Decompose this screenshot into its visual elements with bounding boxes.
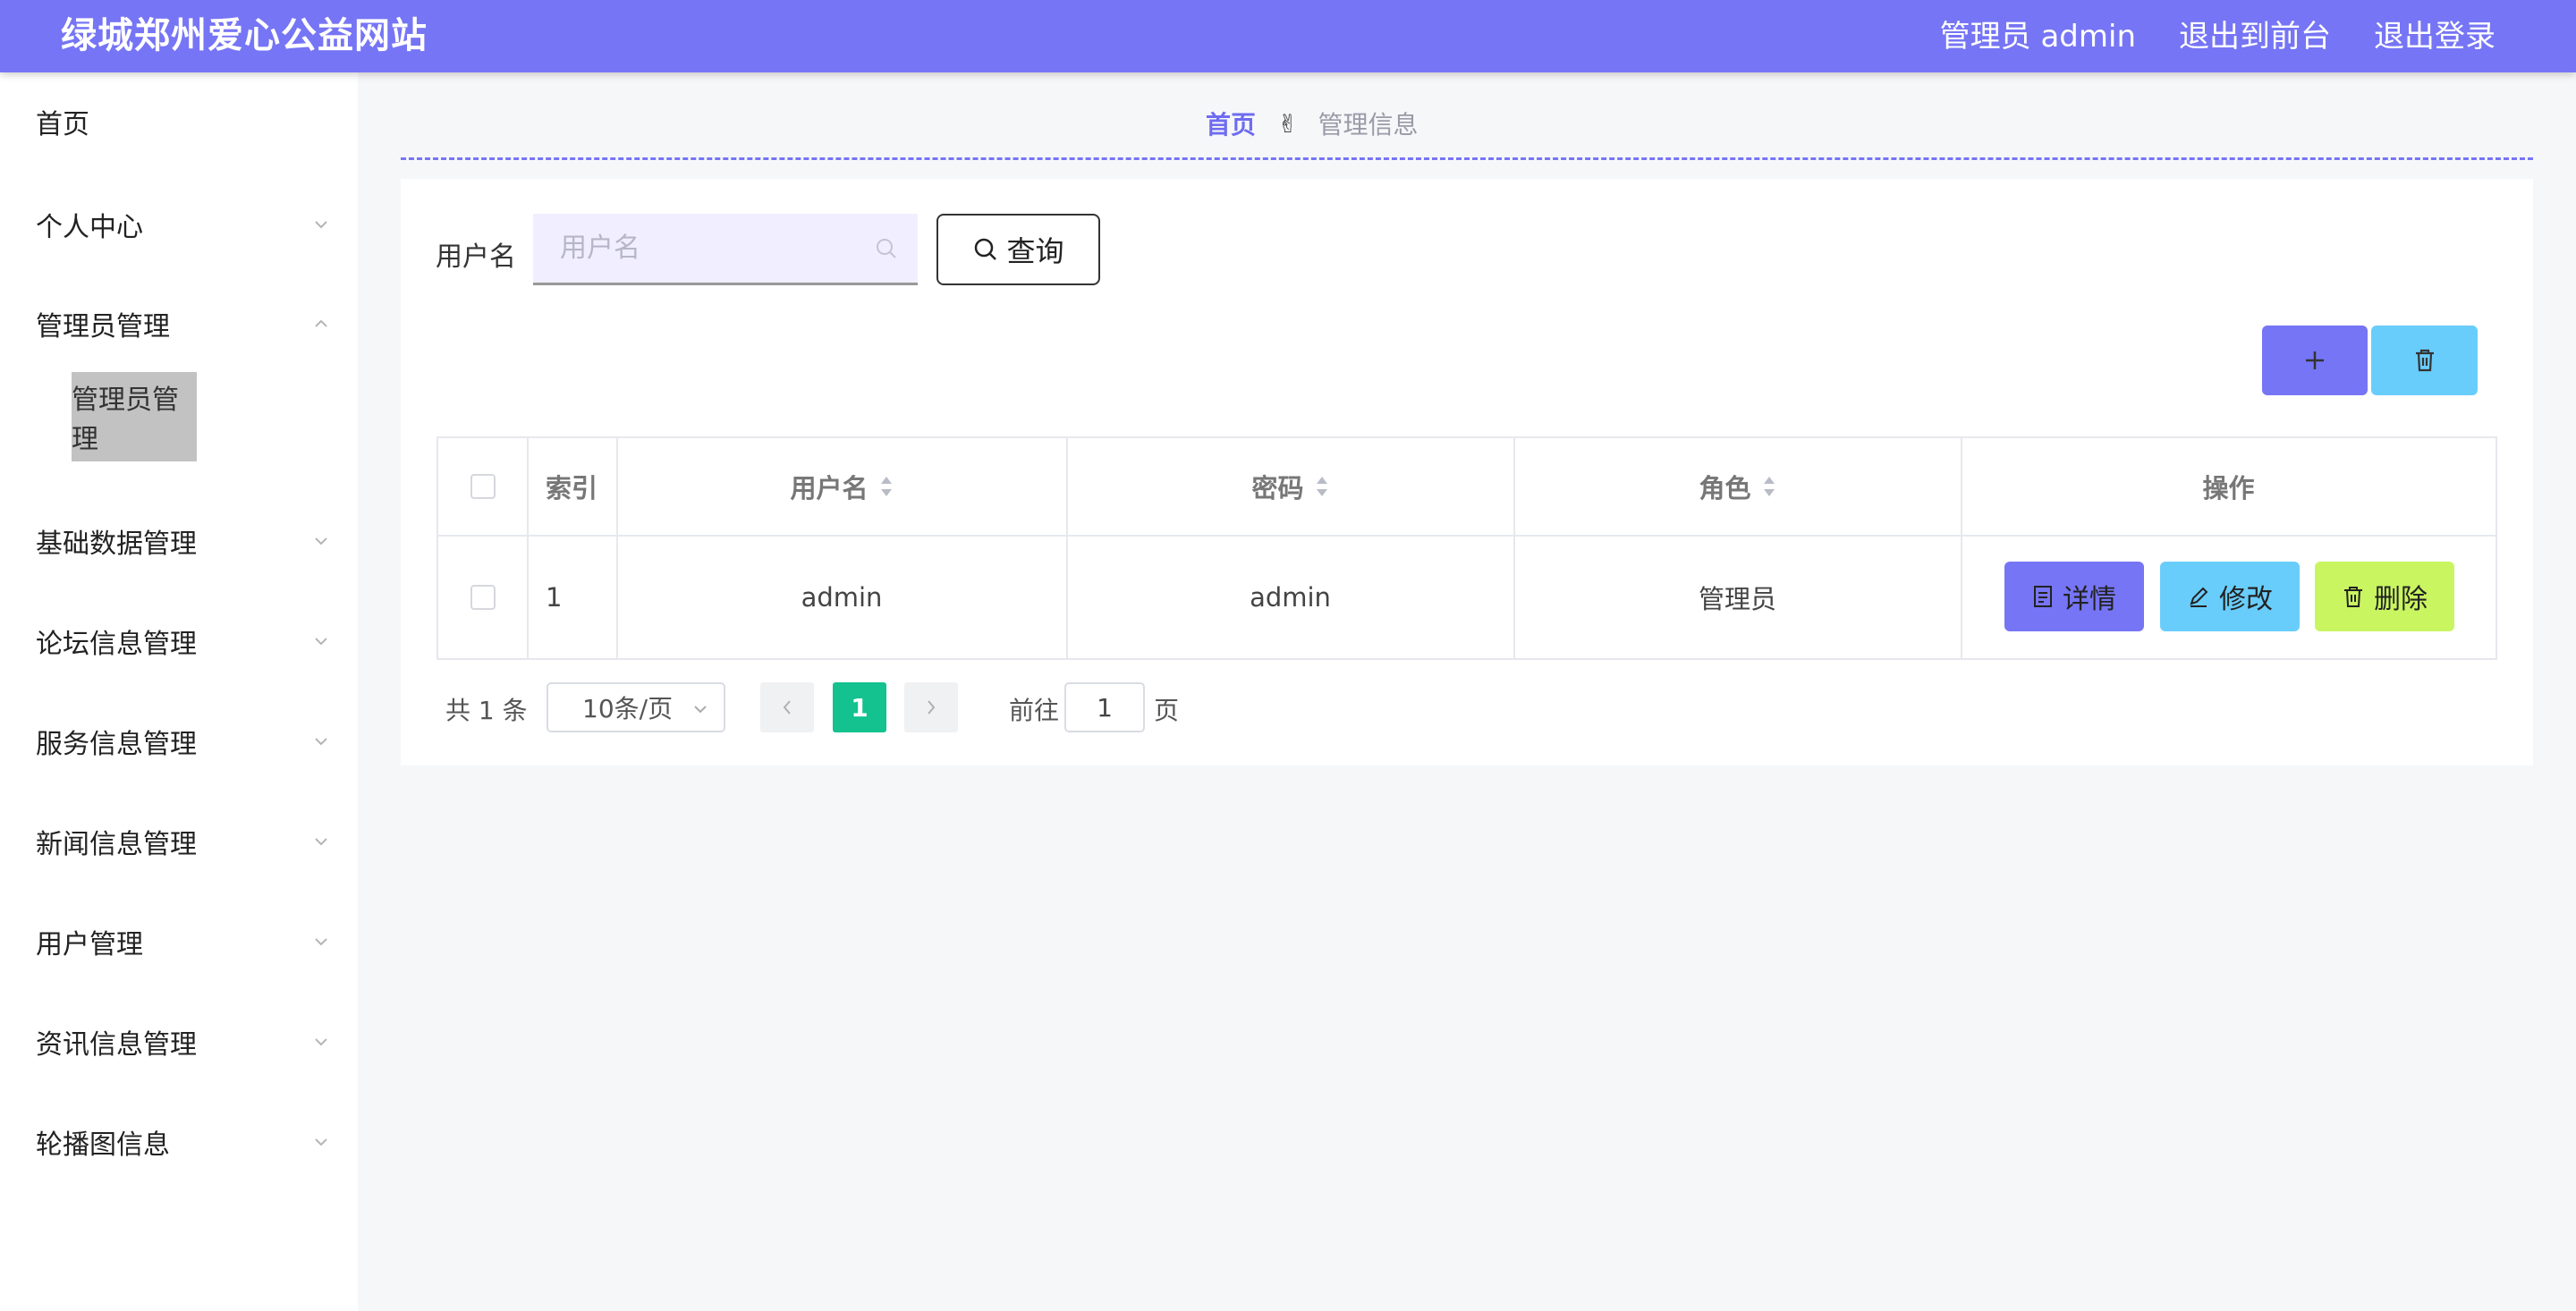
- breadcrumb: 首页 ✌ 管理信息: [1206, 106, 1419, 141]
- header-index: 索引: [546, 473, 598, 503]
- sidebar-item-label: 轮播图信息: [36, 1129, 170, 1161]
- sidebar-item-forum[interactable]: 论坛信息管理: [36, 614, 331, 668]
- row-role: 管理员: [1698, 584, 1776, 614]
- detail-button-label: 详情: [2063, 584, 2116, 615]
- header-username-label: 用户名: [790, 473, 869, 503]
- chevron-down-icon: [315, 738, 327, 746]
- sidebar-item-label: 个人中心: [36, 212, 143, 243]
- chevron-down-icon: [315, 638, 327, 646]
- goto-suffix: 页: [1154, 696, 1180, 725]
- sidebar-item-label: 服务信息管理: [36, 729, 197, 760]
- logout-link[interactable]: 退出登录: [2374, 14, 2496, 59]
- search-username-label: 用户名: [436, 241, 516, 273]
- search-input[interactable]: [560, 233, 855, 264]
- sidebar-item-label: 论坛信息管理: [36, 629, 197, 660]
- page-number-current[interactable]: 1: [833, 682, 886, 732]
- row-username: admin: [801, 582, 883, 613]
- row-password: admin: [1250, 582, 1331, 613]
- chevron-down-icon: [694, 706, 707, 714]
- detail-button[interactable]: 详情: [2004, 562, 2144, 631]
- top-header: 绿城郑州爱心公益网站 管理员 admin 退出到前台 退出登录: [0, 0, 2576, 72]
- chevron-down-icon: [315, 838, 327, 846]
- sidebar-item-label: 首页: [36, 109, 89, 140]
- header-username[interactable]: 用户名: [617, 438, 1066, 535]
- edit-button[interactable]: 修改: [2160, 562, 2300, 631]
- chevron-left-icon: [783, 700, 791, 715]
- header-password-label: 密码: [1251, 473, 1304, 503]
- goto-page-input[interactable]: [1064, 682, 1145, 732]
- site-title: 绿城郑州爱心公益网站: [61, 15, 428, 56]
- header-password[interactable]: 密码: [1067, 438, 1513, 535]
- submenu-item-admin-management[interactable]: 管理员管理: [72, 372, 197, 461]
- search-icon: [877, 239, 896, 258]
- breadcrumb-divider: [401, 157, 2533, 160]
- search-username-field[interactable]: [533, 214, 918, 285]
- select-all-checkbox[interactable]: [470, 474, 496, 499]
- query-button[interactable]: 查询: [936, 214, 1100, 285]
- breadcrumb-current: 管理信息: [1318, 110, 1419, 140]
- row-index: 1: [546, 582, 563, 613]
- chevron-down-icon: [315, 537, 327, 546]
- admin-user-link[interactable]: 管理员 admin: [1940, 14, 2136, 59]
- sidebar-item-label: 用户管理: [36, 929, 143, 960]
- sidebar-item-label: 管理员管理: [36, 311, 170, 343]
- table-row: [438, 537, 527, 658]
- admin-table: 索引 用户名 密码 角色 操作 1 admin admin 管理员 详情 修改: [436, 436, 2497, 660]
- pencil-icon: [2190, 587, 2208, 607]
- sidebar-item-personal-center[interactable]: 个人中心: [36, 198, 331, 251]
- plus-icon: [2306, 351, 2324, 369]
- chevron-right-icon: [928, 700, 936, 715]
- page-size-value: 10条/页: [582, 694, 674, 723]
- batch-delete-button[interactable]: [2371, 326, 2478, 395]
- sidebar-item-service[interactable]: 服务信息管理: [36, 715, 331, 768]
- sidebar-item-info[interactable]: 资讯信息管理: [36, 1015, 331, 1069]
- breadcrumb-home-link[interactable]: 首页: [1206, 106, 1256, 141]
- query-button-label: 查询: [1006, 234, 1064, 268]
- trash-icon: [2415, 349, 2434, 372]
- header-role-label: 角色: [1699, 473, 1751, 503]
- goto-prefix: 前往: [1009, 696, 1060, 725]
- sidebar-item-news[interactable]: 新闻信息管理: [36, 815, 331, 868]
- chevron-up-icon: [315, 319, 327, 327]
- delete-button[interactable]: 删除: [2315, 562, 2454, 631]
- chevron-down-icon: [315, 221, 327, 229]
- sidebar-item-carousel[interactable]: 轮播图信息: [36, 1115, 331, 1169]
- search-icon: [975, 238, 997, 260]
- sidebar-item-basic-data[interactable]: 基础数据管理: [36, 514, 331, 568]
- add-button[interactable]: [2262, 326, 2368, 395]
- trash-icon: [2344, 587, 2362, 607]
- sort-icon: [1763, 477, 1775, 496]
- sidebar-item-label: 资讯信息管理: [36, 1029, 197, 1061]
- chevron-down-icon: [315, 938, 327, 946]
- edit-button-label: 修改: [2219, 584, 2273, 615]
- document-icon: [2034, 586, 2052, 607]
- sidebar-item-label: 新闻信息管理: [36, 829, 197, 860]
- sidebar-item-users[interactable]: 用户管理: [36, 915, 331, 968]
- sidebar-item-admin-management[interactable]: 管理员管理: [36, 297, 331, 351]
- sidebar-item-home[interactable]: 首页: [36, 95, 331, 148]
- sort-icon: [880, 477, 892, 496]
- chevron-down-icon: [315, 1138, 327, 1146]
- header-actions: 操作: [2202, 473, 2255, 503]
- row-checkbox[interactable]: [470, 585, 496, 610]
- header-select-all-cell: [438, 438, 527, 535]
- pagination-total: 共 1 条: [445, 696, 528, 725]
- sidebar: 首页 个人中心 管理员管理 管理员管理 基础数据管理 论坛信息管理 服务信息管理…: [0, 72, 358, 1311]
- chevron-down-icon: [315, 1038, 327, 1046]
- page-size-select[interactable]: 10条/页: [547, 682, 725, 732]
- next-page-button[interactable]: [904, 682, 958, 732]
- sidebar-item-label: 基础数据管理: [36, 529, 197, 560]
- header-links: 管理员 admin 退出到前台 退出登录: [1897, 14, 2496, 59]
- header-role[interactable]: 角色: [1514, 438, 1961, 535]
- delete-button-label: 删除: [2374, 584, 2428, 615]
- exit-to-front-link[interactable]: 退出到前台: [2179, 14, 2331, 59]
- victory-hand-icon: ✌: [1277, 108, 1299, 139]
- prev-page-button[interactable]: [760, 682, 814, 732]
- sort-icon: [1316, 477, 1327, 496]
